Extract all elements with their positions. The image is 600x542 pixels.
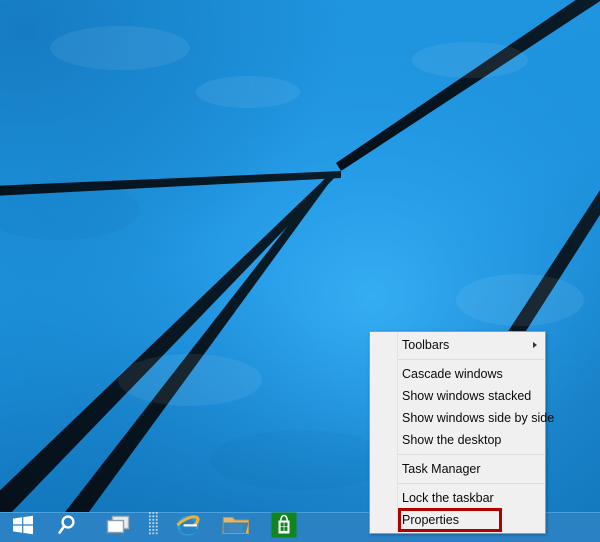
menu-separator xyxy=(398,454,544,455)
menu-item-label: Task Manager xyxy=(402,462,481,476)
menu-item-show-windows-stacked[interactable]: Show windows stacked xyxy=(370,385,545,407)
search-button[interactable] xyxy=(46,513,94,542)
menu-item-toolbars[interactable]: Toolbars xyxy=(370,334,545,356)
store-button[interactable] xyxy=(260,512,308,542)
internet-explorer-button[interactable] xyxy=(164,513,212,542)
search-icon xyxy=(58,513,82,542)
task-view-icon xyxy=(105,514,131,541)
menu-item-label: Show windows stacked xyxy=(402,389,532,403)
menu-item-show-the-desktop[interactable]: Show the desktop xyxy=(370,429,545,451)
menu-item-lock-the-taskbar[interactable]: Lock the taskbar xyxy=(370,487,545,509)
file-explorer-icon xyxy=(222,513,250,542)
menu-item-label: Properties xyxy=(402,513,459,527)
menu-item-label: Cascade windows xyxy=(402,367,503,381)
toolbar-handle[interactable] xyxy=(142,512,164,542)
menu-item-label: Toolbars xyxy=(402,338,450,352)
grip-dots-icon xyxy=(148,512,158,542)
menu-item-label: Show the desktop xyxy=(402,433,502,447)
taskbar-context-menu[interactable]: Toolbars Cascade windows Show windows st… xyxy=(369,331,554,534)
task-view-button[interactable] xyxy=(94,513,142,542)
menu-separator xyxy=(398,483,544,484)
menu-item-label: Show windows side by side xyxy=(402,411,555,425)
internet-explorer-icon xyxy=(175,512,201,542)
chevron-right-icon xyxy=(533,342,537,348)
file-explorer-button[interactable] xyxy=(212,513,260,542)
windows-store-icon xyxy=(271,512,297,542)
menu-item-show-windows-side-by-side[interactable]: Show windows side by side xyxy=(370,407,554,429)
desktop-screen: Toolbars Cascade windows Show windows st… xyxy=(0,0,600,542)
menu-item-properties[interactable]: Properties xyxy=(370,509,545,531)
start-button[interactable] xyxy=(0,513,46,542)
windows-logo-icon xyxy=(12,514,34,541)
menu-item-task-manager[interactable]: Task Manager xyxy=(370,458,545,480)
menu-separator xyxy=(398,359,544,360)
menu-item-label: Lock the taskbar xyxy=(402,491,494,505)
menu-item-cascade-windows[interactable]: Cascade windows xyxy=(370,363,545,385)
